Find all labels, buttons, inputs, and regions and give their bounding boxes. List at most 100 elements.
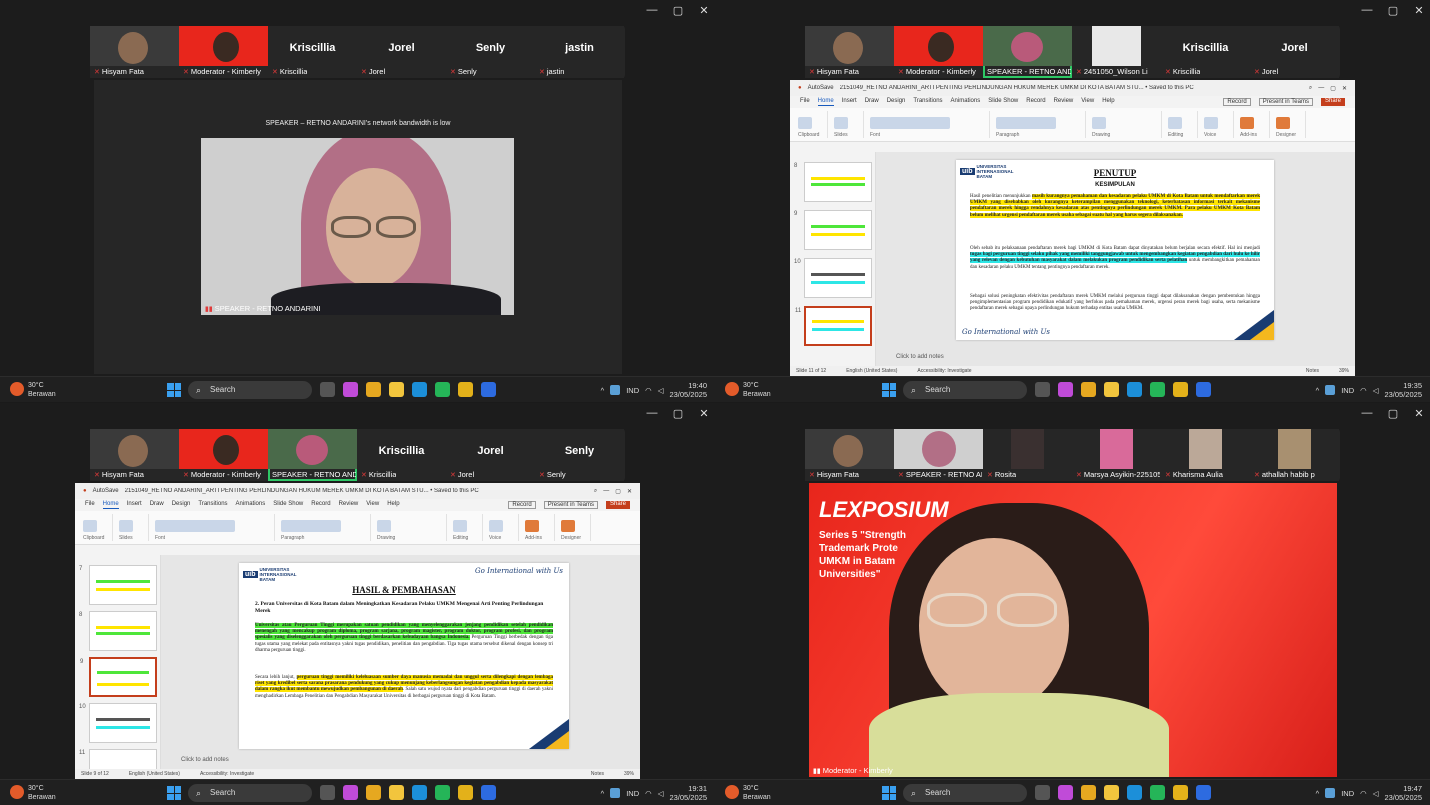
edge-icon[interactable] [412,382,427,397]
file-name[interactable]: 2151049_RETNO ANDARINI_ARTI PENTING PERL… [125,488,588,494]
tab-home[interactable]: Home [817,98,834,106]
widgets-icon[interactable] [366,382,381,397]
taskbar-search[interactable]: ⌕ Search [903,381,1027,399]
clock[interactable]: 19:35 23/05/2025 [1384,381,1422,399]
windows-start-icon[interactable] [882,786,896,800]
copilot-icon[interactable] [343,382,358,397]
close-icon[interactable]: ✕ [1413,407,1425,420]
ribbon-group-font[interactable]: Font [870,111,990,138]
ribbon-group-font[interactable]: Font [155,514,275,541]
ribbon-group-drawing[interactable]: Drawing [1092,111,1162,138]
file-explorer-icon[interactable] [389,382,404,397]
tab-home[interactable]: Home [102,501,119,509]
file-explorer-icon[interactable] [389,785,404,800]
tab-review[interactable]: Review [339,501,359,509]
notes-button[interactable]: Notes [591,771,604,777]
weather-widget[interactable]: 30°C Berawan [10,784,56,802]
tray-app-icon[interactable] [610,788,621,798]
participant-tile[interactable]: ✕ Marsya Asyikin-2251053 [1072,429,1161,481]
volume-icon[interactable]: ◁ [658,386,664,395]
slide-thumbnail-selected[interactable]: 9 [80,657,157,697]
chrome-icon[interactable] [1173,382,1188,397]
language-indicator[interactable]: IND [626,789,639,798]
participant-tile[interactable]: Senly ✕ Senly [535,429,624,481]
widgets-icon[interactable] [366,785,381,800]
slide-thumbnail[interactable]: 10 [794,258,872,298]
share-button[interactable]: Share [1320,98,1345,106]
participant-tile[interactable]: ✕ Hisyam Fata [805,429,894,481]
maximize-icon[interactable]: ▢ [672,4,684,17]
ribbon-group-voice[interactable]: Voice [489,514,519,541]
record-button[interactable]: Record [1223,98,1251,106]
clock[interactable]: 19:47 23/05/2025 [1384,784,1422,802]
tab-transitions[interactable]: Transitions [198,501,227,509]
close-icon[interactable]: ✕ [698,4,710,17]
task-view-icon[interactable] [1035,785,1050,800]
participant-tile[interactable]: ✕ athallah habib p [1250,429,1339,481]
taskbar-search[interactable]: ⌕ Search [903,784,1027,802]
tab-record[interactable]: Record [1026,98,1045,106]
ribbon-group-paragraph[interactable]: Paragraph [996,111,1086,138]
participant-tile[interactable]: Jorel ✕ Jorel [1250,26,1339,78]
volume-icon[interactable]: ◁ [1373,789,1379,798]
ribbon-group-slides[interactable]: Slides [119,514,149,541]
minimize-icon[interactable]: — [646,4,658,17]
clock[interactable]: 19:40 23/05/2025 [669,381,707,399]
participant-tile[interactable]: Kriscillia ✕ Kriscillia [1161,26,1250,78]
maximize-icon[interactable]: ▢ [672,407,684,420]
minimize-icon[interactable]: — [1361,4,1373,17]
whatsapp-icon[interactable] [435,382,450,397]
tab-record[interactable]: Record [311,501,330,509]
chevron-up-icon[interactable]: ^ [601,789,605,798]
clock[interactable]: 19:31 23/05/2025 [669,784,707,802]
zoom-level[interactable]: 39% [1339,368,1349,374]
ribbon-group-paragraph[interactable]: Paragraph [281,514,371,541]
volume-icon[interactable]: ◁ [658,789,664,798]
minimize-icon[interactable]: — [1361,407,1373,420]
taskbar-search[interactable]: ⌕ Search [188,784,312,802]
ribbon-group-drawing[interactable]: Drawing [377,514,447,541]
weather-widget[interactable]: 30°C Berawan [725,784,771,802]
minimize-icon[interactable]: — [646,407,658,420]
maximize-icon[interactable]: ▢ [615,488,621,495]
tab-design[interactable]: Design [887,98,906,106]
participant-tile[interactable]: ✕SPEAKER - RETNO AN... [894,429,983,481]
tray-app-icon[interactable] [1325,788,1336,798]
slide-thumbnail-selected[interactable]: 11 [795,306,872,346]
language-status[interactable]: English (United States) [129,771,180,777]
weather-widget[interactable]: 30°C Berawan [10,381,56,399]
slide-thumbnail[interactable]: 8 [79,611,157,651]
chrome-icon[interactable] [458,382,473,397]
tab-file[interactable]: File [85,501,95,509]
close-icon[interactable]: ✕ [1342,85,1347,92]
participant-tile[interactable]: ✕ Hisyam Fata [805,26,894,78]
whatsapp-icon[interactable] [435,785,450,800]
autosave-toggle[interactable]: AutoSave [93,488,119,494]
search-icon[interactable]: ⌕ [594,488,597,495]
chrome-icon[interactable] [458,785,473,800]
tab-draw[interactable]: Draw [150,501,164,509]
tab-animations[interactable]: Animations [951,98,981,106]
maximize-icon[interactable]: ▢ [1330,85,1336,92]
participant-tile[interactable]: ✕ 2451050_Wilson Li [1072,26,1161,78]
copilot-icon[interactable] [1058,382,1073,397]
maximize-icon[interactable]: ▢ [1387,4,1399,17]
edge-icon[interactable] [1127,382,1142,397]
present-in-teams-button[interactable]: Present in Teams [543,501,598,509]
wifi-icon[interactable]: ◠ [1360,789,1367,798]
zoom-icon[interactable] [1196,785,1211,800]
language-indicator[interactable]: IND [1341,386,1354,395]
chevron-up-icon[interactable]: ^ [601,386,605,395]
zoom-level[interactable]: 39% [624,771,634,777]
speaker-video[interactable]: ▮▮ SPEAKER - RETNO ANDARINI [201,138,514,315]
maximize-icon[interactable]: ▢ [1387,407,1399,420]
windows-start-icon[interactable] [882,383,896,397]
ribbon-group-clipboard[interactable]: Clipboard [83,514,113,541]
language-indicator[interactable]: IND [1341,789,1354,798]
participant-tile-active-speaker[interactable]: SPEAKER - RETNO ANDA... [983,26,1072,78]
minimize-icon[interactable]: — [1318,85,1324,91]
tab-insert[interactable]: Insert [842,98,857,106]
file-name[interactable]: 2151049_RETNO ANDARINI_ARTI PENTING PERL… [840,85,1303,91]
participant-tile[interactable]: Jorel ✕ Jorel [446,429,535,481]
participant-tile[interactable]: ✕ Kharisma Aulia [1161,429,1250,481]
